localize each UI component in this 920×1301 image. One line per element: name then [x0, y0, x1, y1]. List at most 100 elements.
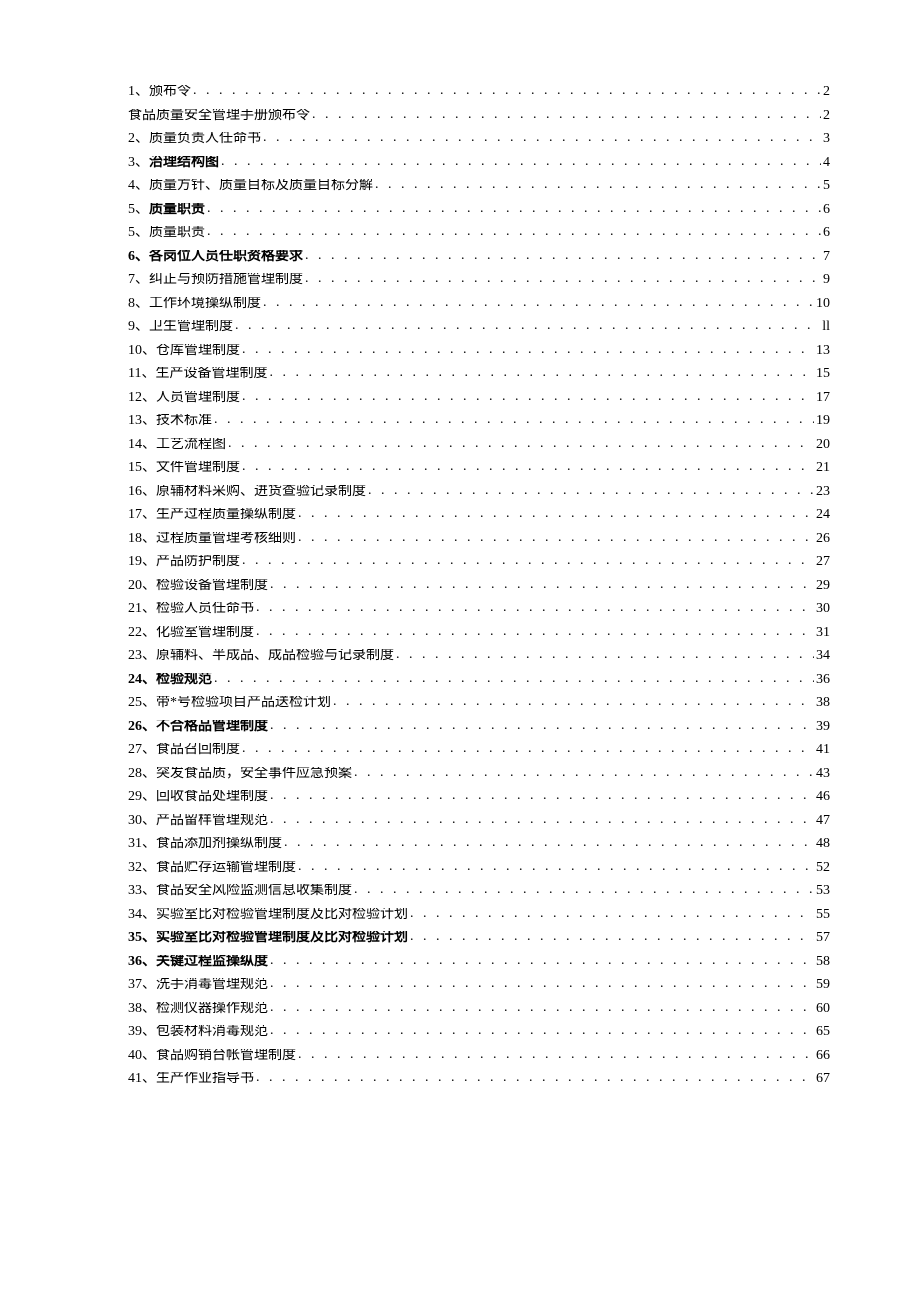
toc-entry[interactable]: 32、食品贮存运输管理制度. . . . . . . . . . . . . .…	[128, 861, 830, 875]
toc-entry[interactable]: 12、人员管理制度. . . . . . . . . . . . . . . .…	[128, 391, 830, 405]
toc-leader-dots: . . . . . . . . . . . . . . . . . . . . …	[242, 391, 814, 404]
toc-number: 27、	[128, 743, 156, 757]
toc-entry[interactable]: 31、食品添加剂操纵制度. . . . . . . . . . . . . . …	[128, 837, 830, 851]
toc-leader-dots: . . . . . . . . . . . . . . . . . . . . …	[270, 790, 814, 803]
toc-entry[interactable]: 39、包装材料消毒规范. . . . . . . . . . . . . . .…	[128, 1025, 830, 1039]
toc-entry[interactable]: 29、回收食品处理制度. . . . . . . . . . . . . . .…	[128, 790, 830, 804]
toc-label: 20、检验设备管理制度	[128, 579, 268, 593]
toc-entry[interactable]: 10、仓库管理制度. . . . . . . . . . . . . . . .…	[128, 344, 830, 358]
toc-number: 24、	[128, 673, 156, 687]
toc-entry[interactable]: 4、质量方针、质量目标及质量目标分解. . . . . . . . . . . …	[128, 179, 830, 193]
toc-leader-dots: . . . . . . . . . . . . . . . . . . . . …	[270, 814, 814, 827]
toc-label: 41、生产作业指导书	[128, 1072, 254, 1086]
toc-leader-dots: . . . . . . . . . . . . . . . . . . . . …	[270, 720, 814, 733]
toc-label: 食品质量安全管理手册颁布令	[128, 109, 310, 123]
toc-leader-dots: . . . . . . . . . . . . . . . . . . . . …	[375, 179, 821, 192]
toc-entry[interactable]: 24、检验规范. . . . . . . . . . . . . . . . .…	[128, 673, 830, 687]
toc-number: 15、	[128, 461, 156, 475]
toc-page-number: 31	[816, 626, 830, 640]
toc-number: 18、	[128, 532, 156, 546]
toc-number: 40、	[128, 1049, 156, 1063]
toc-entry[interactable]: 30、产品留样管理规范. . . . . . . . . . . . . . .…	[128, 814, 830, 828]
toc-entry[interactable]: 26、不合格品管理制度. . . . . . . . . . . . . . .…	[128, 720, 830, 734]
toc-title: 质量负责人任命书	[149, 132, 261, 146]
toc-entry[interactable]: 41、生产作业指导书. . . . . . . . . . . . . . . …	[128, 1072, 830, 1086]
toc-label: 3、治理结构图	[128, 156, 219, 170]
toc-label: 27、食品召回制度	[128, 743, 240, 757]
toc-page-number: 2	[823, 85, 830, 99]
toc-entry[interactable]: 27、食品召回制度. . . . . . . . . . . . . . . .…	[128, 743, 830, 757]
toc-page-number: 27	[816, 555, 830, 569]
toc-entry[interactable]: 7、纠正与预防措施管理制度. . . . . . . . . . . . . .…	[128, 273, 830, 287]
toc-entry[interactable]: 38、检测仪器操作规范. . . . . . . . . . . . . . .…	[128, 1002, 830, 1016]
toc-number: 7、	[128, 273, 149, 287]
toc-entry[interactable]: 35、实验室比对检验管理制度及比对检验计划. . . . . . . . . .…	[128, 931, 830, 945]
toc-leader-dots: . . . . . . . . . . . . . . . . . . . . …	[312, 109, 821, 122]
toc-title: 纠正与预防措施管理制度	[149, 273, 303, 287]
toc-leader-dots: . . . . . . . . . . . . . . . . . . . . …	[368, 485, 814, 498]
toc-page-number: 46	[816, 790, 830, 804]
toc-page-number: 3	[823, 132, 830, 146]
toc-label: 12、人员管理制度	[128, 391, 240, 405]
toc-entry[interactable]: 21、检验人员任命书. . . . . . . . . . . . . . . …	[128, 602, 830, 616]
toc-entry[interactable]: 16、原辅材料采购、进货查验记录制度. . . . . . . . . . . …	[128, 485, 830, 499]
toc-number: 10、	[128, 344, 156, 358]
toc-entry[interactable]: 36、关键过程监操纵度. . . . . . . . . . . . . . .…	[128, 955, 830, 969]
toc-leader-dots: . . . . . . . . . . . . . . . . . . . . …	[269, 367, 814, 380]
toc-entry[interactable]: 6、各岗位人员任职资格要求. . . . . . . . . . . . . .…	[128, 250, 830, 264]
toc-title: 质量职责	[149, 226, 205, 240]
toc-number: 31、	[128, 837, 156, 851]
toc-leader-dots: . . . . . . . . . . . . . . . . . . . . …	[270, 1025, 814, 1038]
toc-label: 35、实验室比对检验管理制度及比对检验计划	[128, 931, 408, 945]
toc-title: 食品安全风险监测信息收集制度	[156, 884, 352, 898]
toc-entry[interactable]: 18、过程质量管理考核细则. . . . . . . . . . . . . .…	[128, 532, 830, 546]
toc-title: 食品质量安全管理手册颁布令	[128, 109, 310, 123]
toc-entry[interactable]: 14、工艺流程图. . . . . . . . . . . . . . . . …	[128, 438, 830, 452]
toc-entry[interactable]: 5、质量职责. . . . . . . . . . . . . . . . . …	[128, 226, 830, 240]
table-of-contents: 1、颁布令. . . . . . . . . . . . . . . . . .…	[128, 85, 830, 1096]
toc-entry[interactable]: 17、生产过程质量操纵制度. . . . . . . . . . . . . .…	[128, 508, 830, 522]
toc-entry[interactable]: 28、突发食品质，安全事件应急预案. . . . . . . . . . . .…	[128, 767, 830, 781]
toc-leader-dots: . . . . . . . . . . . . . . . . . . . . …	[305, 273, 821, 286]
toc-entry[interactable]: 25、带*号检验项目产品送检计划. . . . . . . . . . . . …	[128, 696, 830, 710]
toc-label: 4、质量方针、质量目标及质量目标分解	[128, 179, 373, 193]
toc-entry[interactable]: 食品质量安全管理手册颁布令. . . . . . . . . . . . . .…	[128, 109, 830, 123]
toc-label: 36、关键过程监操纵度	[128, 955, 268, 969]
toc-page-number: 30	[816, 602, 830, 616]
toc-entry[interactable]: 23、原辅料、半成品、成品检验与记录制度. . . . . . . . . . …	[128, 649, 830, 663]
toc-entry[interactable]: 19、产品防护制度. . . . . . . . . . . . . . . .…	[128, 555, 830, 569]
toc-entry[interactable]: 11、生产设备管理制度. . . . . . . . . . . . . . .…	[128, 367, 830, 381]
toc-entry[interactable]: 3、治理结构图. . . . . . . . . . . . . . . . .…	[128, 156, 830, 170]
toc-label: 40、食品购销台帐管理制度	[128, 1049, 296, 1063]
toc-entry[interactable]: 34、实验室比对检验管理制度及比对检验计划. . . . . . . . . .…	[128, 908, 830, 922]
toc-entry[interactable]: 15、文件管理制度. . . . . . . . . . . . . . . .…	[128, 461, 830, 475]
toc-page-number: 20	[816, 438, 830, 452]
toc-entry[interactable]: 2、质量负责人任命书. . . . . . . . . . . . . . . …	[128, 132, 830, 146]
toc-title: 食品添加剂操纵制度	[156, 837, 282, 851]
toc-label: 8、工作环境操纵制度	[128, 297, 261, 311]
toc-number: 37、	[128, 978, 156, 992]
toc-entry[interactable]: 22、化验室管理制度. . . . . . . . . . . . . . . …	[128, 626, 830, 640]
toc-entry[interactable]: 9、卫生管理制度. . . . . . . . . . . . . . . . …	[128, 320, 830, 334]
toc-leader-dots: . . . . . . . . . . . . . . . . . . . . …	[263, 297, 814, 310]
toc-entry[interactable]: 40、食品购销台帐管理制度. . . . . . . . . . . . . .…	[128, 1049, 830, 1063]
toc-label: 7、纠正与预防措施管理制度	[128, 273, 303, 287]
toc-title: 工艺流程图	[156, 438, 226, 452]
toc-page-number: 26	[816, 532, 830, 546]
toc-entry[interactable]: 8、工作环境操纵制度. . . . . . . . . . . . . . . …	[128, 297, 830, 311]
toc-leader-dots: . . . . . . . . . . . . . . . . . . . . …	[305, 250, 821, 263]
toc-entry[interactable]: 33、食品安全风险监测信息收集制度. . . . . . . . . . . .…	[128, 884, 830, 898]
toc-leader-dots: . . . . . . . . . . . . . . . . . . . . …	[242, 344, 814, 357]
toc-title: 生产过程质量操纵制度	[156, 508, 296, 522]
toc-label: 21、检验人员任命书	[128, 602, 254, 616]
toc-label: 24、检验规范	[128, 673, 212, 687]
toc-page-number: 21	[816, 461, 830, 475]
toc-entry[interactable]: 5、质量职责. . . . . . . . . . . . . . . . . …	[128, 203, 830, 217]
toc-page-number: 36	[816, 673, 830, 687]
toc-entry[interactable]: 20、检验设备管理制度. . . . . . . . . . . . . . .…	[128, 579, 830, 593]
toc-entry[interactable]: 13、技术标准. . . . . . . . . . . . . . . . .…	[128, 414, 830, 428]
toc-entry[interactable]: 1、颁布令. . . . . . . . . . . . . . . . . .…	[128, 85, 830, 99]
toc-leader-dots: . . . . . . . . . . . . . . . . . . . . …	[298, 532, 814, 545]
toc-entry[interactable]: 37、洗手消毒管理规范. . . . . . . . . . . . . . .…	[128, 978, 830, 992]
toc-title: 食品贮存运输管理制度	[156, 861, 296, 875]
